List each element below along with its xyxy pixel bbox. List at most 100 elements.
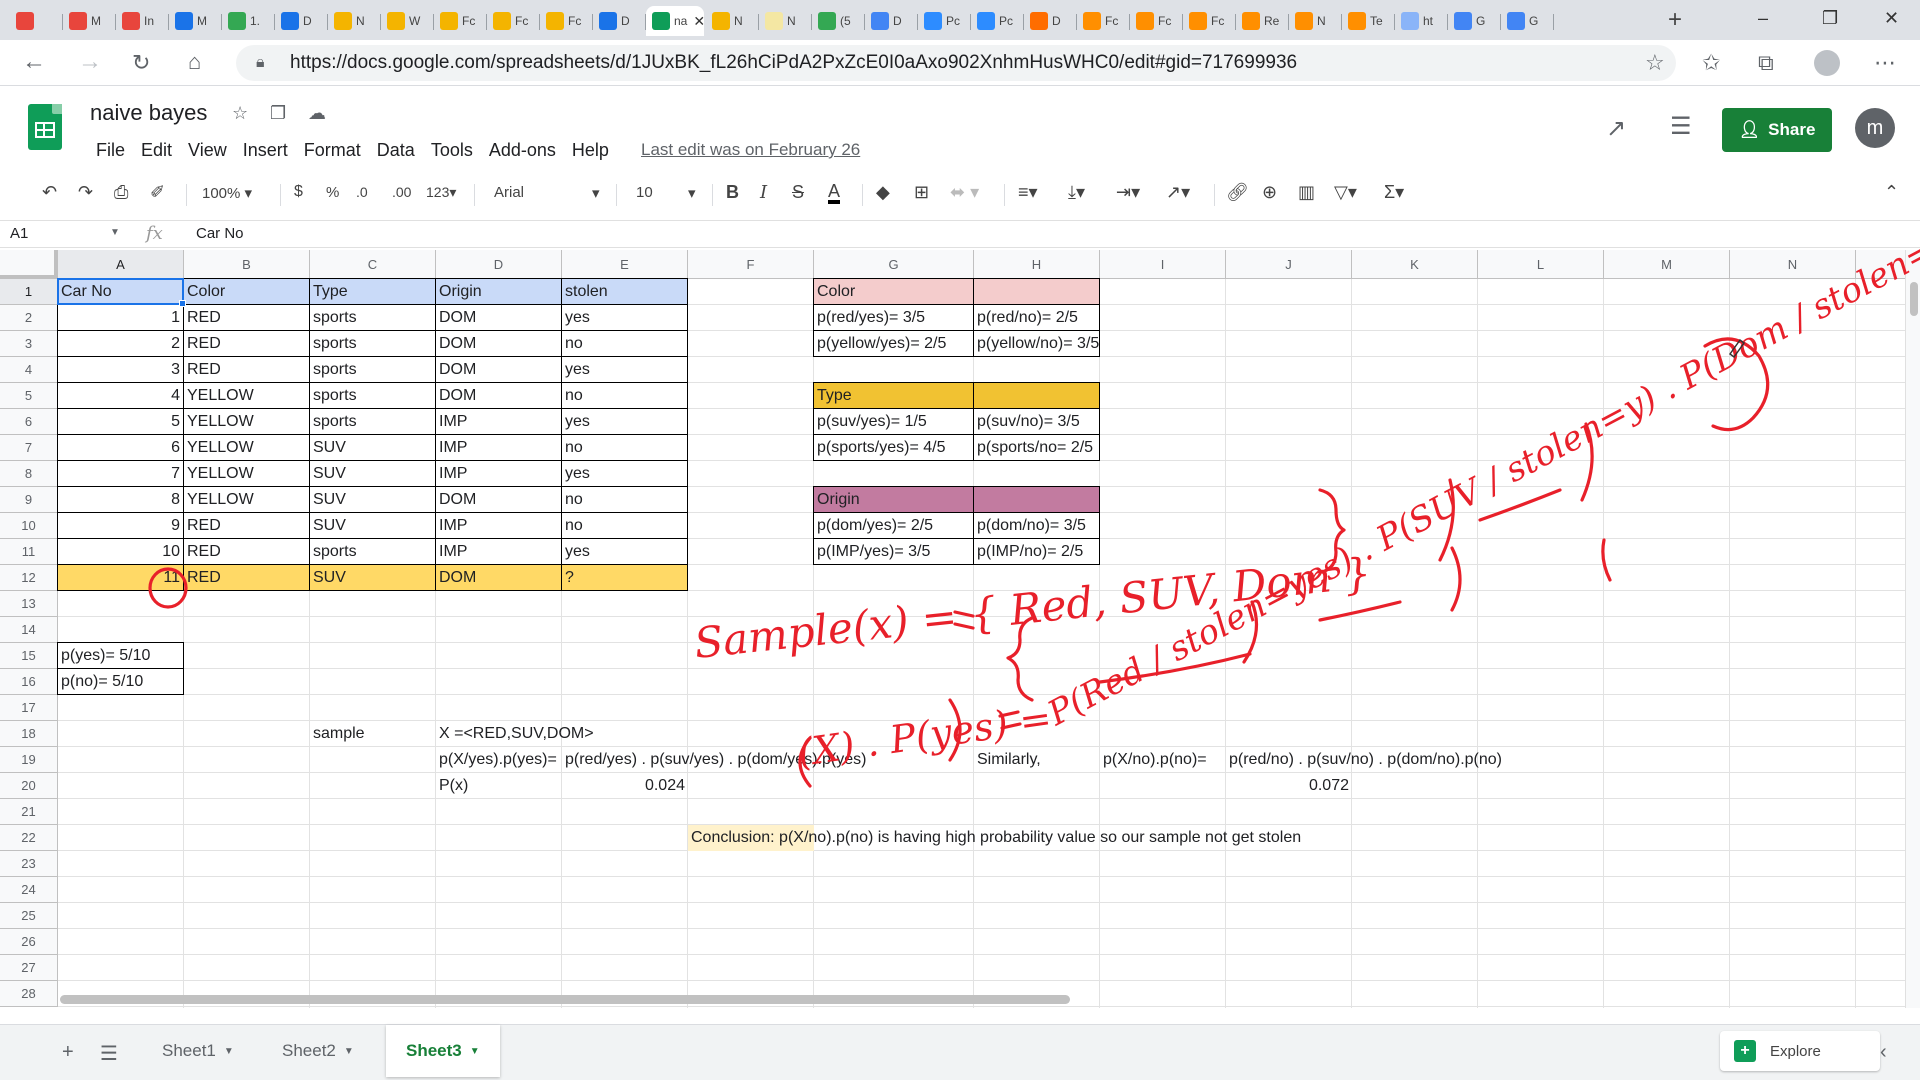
table-cell[interactable]: 8	[57, 486, 184, 513]
table-cell[interactable]: IMP	[435, 512, 562, 539]
table-cell[interactable]: 4	[57, 382, 184, 409]
column-header-m[interactable]: M	[1604, 250, 1730, 279]
vertical-scrollbar[interactable]	[1905, 250, 1920, 1008]
move-folder-icon[interactable]: ❐	[270, 103, 286, 124]
browser-tab[interactable]: D	[865, 6, 916, 36]
table-cell[interactable]: 2	[57, 330, 184, 357]
likelihood-cell[interactable]: p(dom/yes)= 2/5	[813, 512, 974, 539]
pyes-label-cell[interactable]: p(X/yes).p(yes)=	[436, 747, 562, 773]
px-label-cell[interactable]: P(x)	[436, 773, 562, 799]
likelihood-cell[interactable]: p(yellow/yes)= 2/5	[813, 330, 974, 357]
row-header-14[interactable]: 14	[0, 617, 58, 643]
fill-handle[interactable]	[179, 300, 186, 307]
likelihood-cell[interactable]: p(yellow/no)= 3/5	[973, 330, 1100, 357]
table-cell[interactable]: RED	[183, 304, 310, 331]
reload-icon[interactable]: ↻	[132, 50, 150, 76]
browser-tab[interactable]: In	[116, 6, 167, 36]
menu-help[interactable]: Help	[564, 140, 617, 161]
insert-chart-icon[interactable]: ▥	[1298, 182, 1315, 203]
currency-format-button[interactable]: $	[294, 183, 303, 201]
browser-tab[interactable]: D	[593, 6, 644, 36]
text-rotate-icon[interactable]: ↗▾	[1166, 182, 1190, 203]
table-cell[interactable]: IMP	[435, 460, 562, 487]
table-header-cell[interactable]: Type	[309, 278, 436, 305]
likelihood-cell[interactable]: p(sports/no= 2/5	[973, 434, 1100, 461]
table-cell[interactable]: 7	[57, 460, 184, 487]
all-sheets-icon[interactable]: ☰	[100, 1041, 118, 1066]
table-cell[interactable]: 9	[57, 512, 184, 539]
browser-tab[interactable]: N	[1289, 6, 1340, 36]
vertical-scroll-thumb[interactable]	[1910, 282, 1918, 316]
similarly-cell[interactable]: Similarly,	[974, 747, 1100, 773]
table-cell[interactable]: IMP	[435, 538, 562, 565]
table-cell[interactable]: DOM	[435, 330, 562, 357]
table-cell[interactable]: yes	[561, 356, 688, 383]
column-header-e[interactable]: E	[562, 250, 688, 279]
sample-row-cell[interactable]: ?	[561, 564, 688, 591]
table-cell[interactable]: SUV	[309, 512, 436, 539]
column-header-i[interactable]: I	[1100, 250, 1226, 279]
row-header-21[interactable]: 21	[0, 799, 58, 825]
pyes-formula-cell[interactable]: p(red/yes) . p(suv/yes) . p(dom/yes).p(y…	[562, 747, 866, 773]
sheet-tab-sheet1[interactable]: Sheet1 ▼	[142, 1025, 254, 1077]
table-cell[interactable]: yes	[561, 304, 688, 331]
sheet-tab-sheet3[interactable]: Sheet3 ▼	[386, 1025, 500, 1077]
table-cell[interactable]: IMP	[435, 434, 562, 461]
browser-tab[interactable]: D	[275, 6, 326, 36]
sheet-tab-dropdown-icon[interactable]: ▼	[344, 1046, 354, 1057]
likelihood-cell[interactable]: p(suv/yes)= 1/5	[813, 408, 974, 435]
table-cell[interactable]: sports	[309, 382, 436, 409]
column-header-j[interactable]: J	[1226, 250, 1352, 279]
favorites-icon[interactable]: ✩	[1702, 50, 1720, 76]
table-cell[interactable]: sports	[309, 408, 436, 435]
table-cell[interactable]: yes	[561, 538, 688, 565]
menu-format[interactable]: Format	[296, 140, 369, 161]
row-header-1[interactable]: 1	[0, 279, 58, 305]
row-header-11[interactable]: 11	[0, 539, 58, 565]
sample-row-cell[interactable]: RED	[183, 564, 310, 591]
likelihood-cell[interactable]: p(IMP/no)= 2/5	[973, 538, 1100, 565]
row-header-2[interactable]: 2	[0, 305, 58, 331]
row-header-17[interactable]: 17	[0, 695, 58, 721]
close-tab-icon[interactable]: ✕	[693, 13, 704, 30]
row-header-10[interactable]: 10	[0, 513, 58, 539]
column-header-g[interactable]: G	[814, 250, 974, 279]
pno-value-cell[interactable]: 0.072	[1226, 773, 1352, 799]
horizontal-scrollbar[interactable]	[58, 992, 1905, 1006]
menu-tools[interactable]: Tools	[423, 140, 481, 161]
profile-icon[interactable]	[1814, 50, 1840, 76]
close-window-icon[interactable]: ✕	[1884, 8, 1899, 29]
table-cell[interactable]: YELLOW	[183, 434, 310, 461]
browser-tab[interactable]: Fc	[1077, 6, 1128, 36]
conclusion-cell[interactable]: Conclusion: p(X/no).p(no) is having high…	[688, 825, 1301, 851]
likelihood-cell[interactable]: p(red/no)= 2/5	[973, 304, 1100, 331]
borders-icon[interactable]: ⊞	[914, 182, 929, 203]
font-select[interactable]: Arial ▾	[494, 184, 604, 202]
row-header-24[interactable]: 24	[0, 877, 58, 903]
column-header-d[interactable]: D	[436, 250, 562, 279]
horizontal-align-icon[interactable]: ≡▾	[1018, 182, 1038, 203]
likelihood-cell[interactable]: p(IMP/yes)= 3/5	[813, 538, 974, 565]
table-cell[interactable]: RED	[183, 538, 310, 565]
star-icon[interactable]: ☆	[232, 103, 248, 124]
table-cell[interactable]: 10	[57, 538, 184, 565]
pyes-value-cell[interactable]: 0.024	[562, 773, 688, 799]
table-cell[interactable]: SUV	[309, 460, 436, 487]
row-header-18[interactable]: 18	[0, 721, 58, 747]
row-header-16[interactable]: 16	[0, 669, 58, 695]
column-header-a[interactable]: A	[58, 250, 184, 279]
menu-insert[interactable]: Insert	[235, 140, 296, 161]
table-header-cell[interactable]: stolen	[561, 278, 688, 305]
table-cell[interactable]: yes	[561, 460, 688, 487]
insert-comment-icon[interactable]: ⊕	[1262, 182, 1277, 203]
browser-tab[interactable]: ht	[1395, 6, 1446, 36]
last-edit-link[interactable]: Last edit was on February 26	[641, 140, 860, 160]
merge-cells-icon[interactable]: ⬌ ▾	[950, 182, 979, 203]
undo-icon[interactable]: ↶	[42, 182, 57, 203]
table-cell[interactable]: 5	[57, 408, 184, 435]
row-header-22[interactable]: 22	[0, 825, 58, 851]
more-formats-button[interactable]: 123▾	[426, 184, 456, 201]
prior-no-cell[interactable]: p(no)= 5/10	[57, 668, 184, 695]
bold-icon[interactable]: B	[726, 182, 739, 203]
color-table-title-blank[interactable]	[973, 278, 1100, 305]
